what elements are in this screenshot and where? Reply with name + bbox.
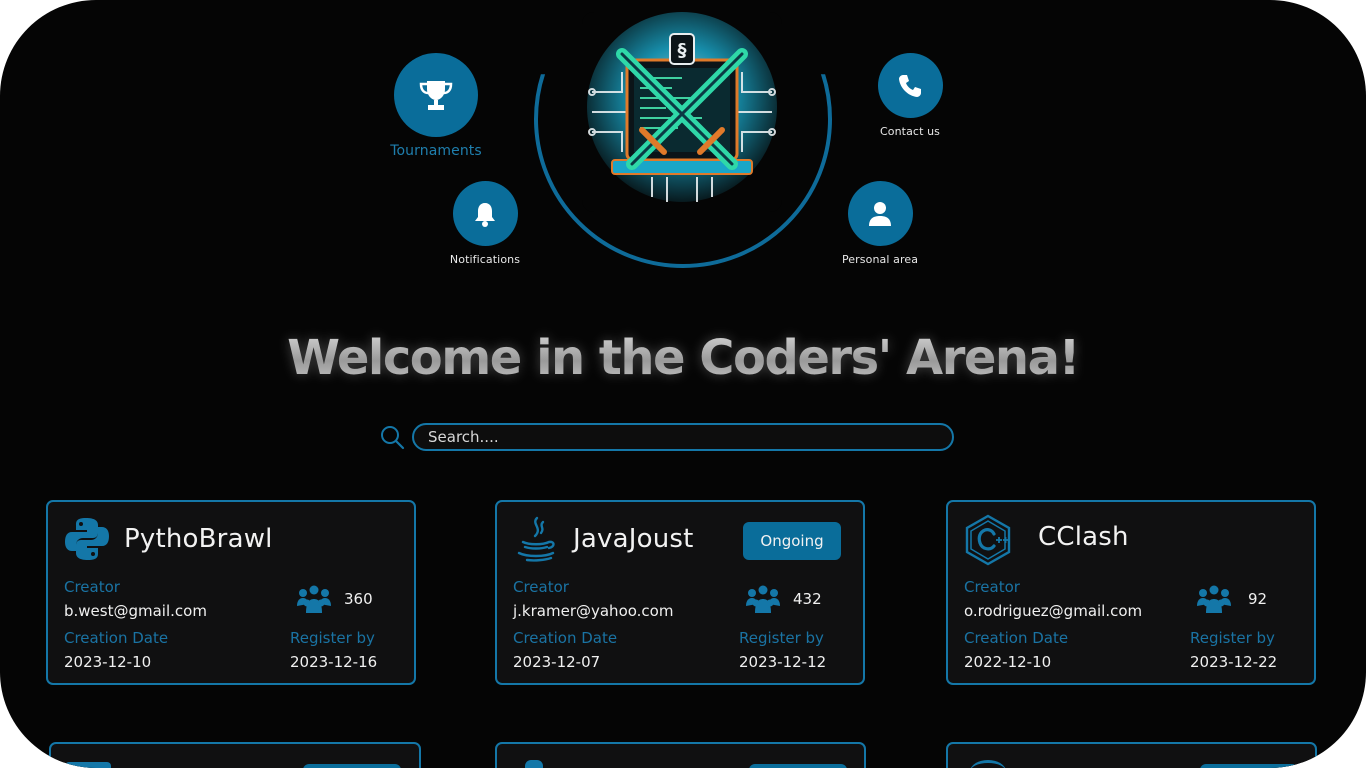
participants-count: 360 (344, 590, 373, 608)
participants-count: 432 (793, 590, 822, 608)
nav-notifications[interactable]: Notifications (435, 181, 535, 266)
user-button[interactable] (847, 181, 913, 246)
arena-logo[interactable]: § (582, 12, 782, 212)
bell-icon (475, 202, 495, 227)
language-icon (525, 760, 543, 768)
nav-tournaments[interactable]: Tournaments (386, 53, 486, 159)
search-input[interactable] (412, 423, 954, 451)
page-title: Welcome in the Coders' Arena! (0, 330, 1366, 386)
register-by-label: Register by (1190, 629, 1275, 647)
nav-label-tournaments: Tournaments (390, 143, 482, 159)
nav-label-personal-area: Personal area (841, 253, 919, 266)
tournament-card[interactable]: PythoBrawl Creator b.west@gmail.com 360 … (46, 500, 416, 685)
creator-email: j.kramer@yahoo.com (513, 602, 674, 620)
cpp-icon (965, 514, 1011, 566)
creation-date-value: 2023-12-10 (64, 653, 152, 671)
trophy-icon (419, 81, 453, 110)
participants-count: 92 (1248, 590, 1268, 608)
trophy-button[interactable] (394, 53, 478, 137)
register-by-value: 2023-12-12 (739, 653, 827, 671)
user-icon (869, 201, 891, 226)
register-by-label: Register by (739, 629, 824, 647)
bell-button[interactable] (452, 181, 518, 246)
tournament-card[interactable] (495, 742, 866, 768)
nav-label-contact: Contact us (880, 125, 940, 138)
phone-button[interactable] (877, 53, 943, 118)
creation-date-value: 2022-12-10 (964, 653, 1052, 671)
register-by-value: 2023-12-22 (1190, 653, 1278, 671)
tournament-card[interactable] (49, 742, 421, 768)
register-by-label: Register by (290, 629, 375, 647)
tournament-card[interactable] (946, 742, 1317, 768)
tournament-title: JavaJoust (573, 524, 694, 554)
java-icon (517, 516, 555, 562)
python-icon (65, 518, 109, 560)
nav-personal-area[interactable]: Personal area (830, 181, 930, 266)
creator-email: o.rodriguez@gmail.com (964, 602, 1143, 620)
creation-date-label: Creation Date (513, 629, 618, 647)
svg-text:§: § (678, 40, 687, 61)
creation-date-value: 2023-12-07 (513, 653, 601, 671)
phone-icon (899, 74, 921, 97)
tournament-card[interactable]: JavaJoust Ongoing Creator j.kramer@yahoo… (495, 500, 865, 685)
nav-contact[interactable]: Contact us (860, 53, 960, 138)
participants-icon (1197, 585, 1231, 613)
participants-icon (297, 585, 331, 613)
creation-date-label: Creation Date (964, 629, 1069, 647)
creator-label: Creator (964, 578, 1020, 596)
status-badge[interactable] (749, 764, 847, 768)
tournament-title: PythoBrawl (124, 524, 273, 554)
tournament-card[interactable]: CClash Creator o.rodriguez@gmail.com 92 … (946, 500, 1316, 685)
creation-date-label: Creation Date (64, 629, 169, 647)
creator-label: Creator (64, 578, 120, 596)
register-by-value: 2023-12-16 (290, 653, 378, 671)
creator-email: b.west@gmail.com (64, 602, 207, 620)
status-badge[interactable] (1200, 764, 1298, 768)
app-window: § Tournaments Notifications Contact us P… (0, 0, 1366, 768)
participants-icon (746, 585, 780, 613)
language-icon (65, 762, 111, 768)
creator-label: Creator (513, 578, 569, 596)
tournament-title: CClash (1038, 522, 1129, 552)
status-badge[interactable] (303, 764, 401, 768)
status-badge[interactable]: Ongoing (743, 522, 841, 560)
language-icon (970, 760, 1006, 768)
nav-label-notifications: Notifications (449, 253, 521, 266)
search-icon[interactable] (379, 424, 405, 450)
